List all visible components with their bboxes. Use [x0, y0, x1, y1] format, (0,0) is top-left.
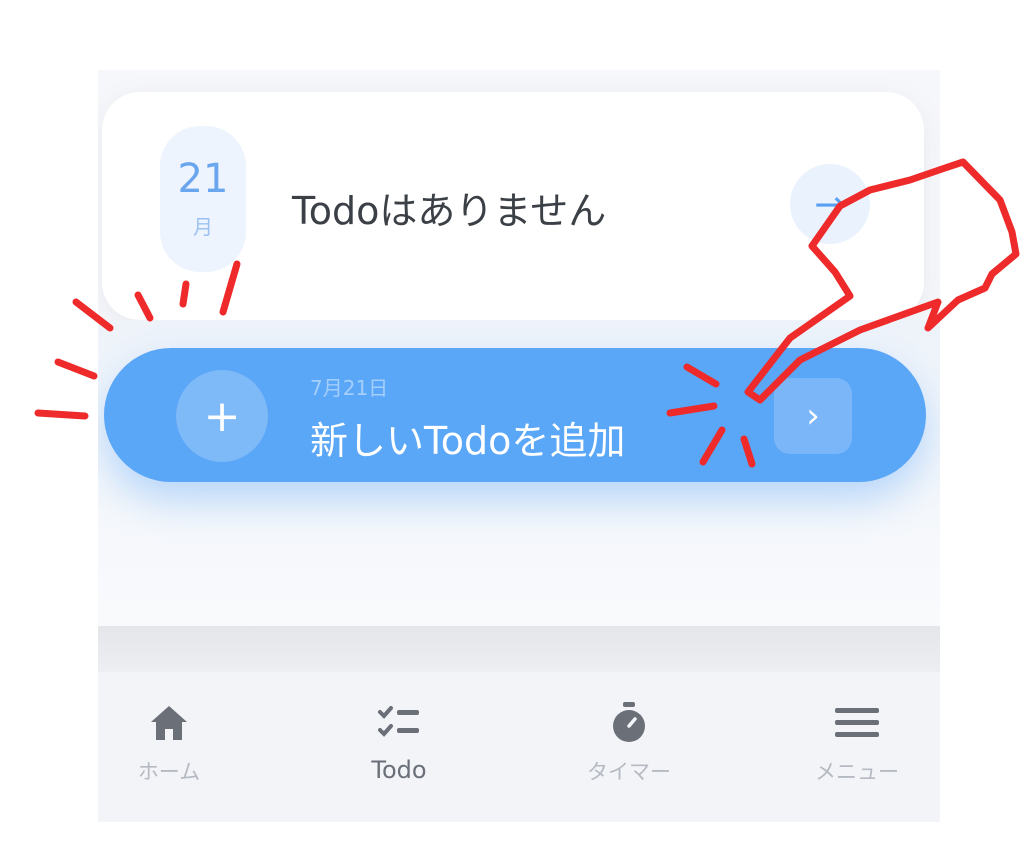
home-icon [151, 706, 187, 740]
date-pill: 21 月 [160, 126, 246, 272]
arrow-right-icon: → [814, 182, 846, 226]
chevron-glyph: › [806, 396, 820, 436]
open-todo-button[interactable]: → [790, 164, 870, 244]
tab-home[interactable]: ホーム [98, 672, 244, 822]
chevron-right-icon: › [774, 378, 852, 454]
date-weekday: 月 [193, 214, 213, 239]
tab-label-menu: メニュー [815, 760, 899, 784]
hamburger-menu-icon [835, 708, 879, 737]
tab-todo[interactable]: Todo [324, 672, 474, 822]
date-day: 21 [177, 155, 229, 202]
app-screen: 21 月 Todoはありません → + 7月21日 新しいTodoを追加 › ホ… [98, 70, 940, 822]
tab-label-home: ホーム [137, 760, 201, 784]
tab-timer[interactable]: タイマー [554, 672, 704, 822]
today-card: 21 月 Todoはありません → [102, 92, 924, 320]
checklist-icon [378, 706, 419, 737]
section-divider [98, 626, 940, 672]
add-todo-button[interactable]: + 7月21日 新しいTodoを追加 › [104, 348, 926, 482]
tab-label-todo: Todo [371, 756, 427, 784]
plus-glyph: + [203, 390, 241, 442]
plus-icon: + [176, 370, 268, 462]
empty-todo-message: Todoはありません [292, 189, 607, 233]
stopwatch-icon [613, 702, 645, 742]
bottom-tab-bar: ホーム Todo タイマー メニュー [98, 672, 940, 822]
add-todo-label: 新しいTodoを追加 [310, 419, 626, 463]
tab-label-timer: タイマー [587, 760, 671, 784]
tab-menu[interactable]: メニュー [782, 672, 932, 822]
add-todo-date: 7月21日 [310, 376, 389, 400]
